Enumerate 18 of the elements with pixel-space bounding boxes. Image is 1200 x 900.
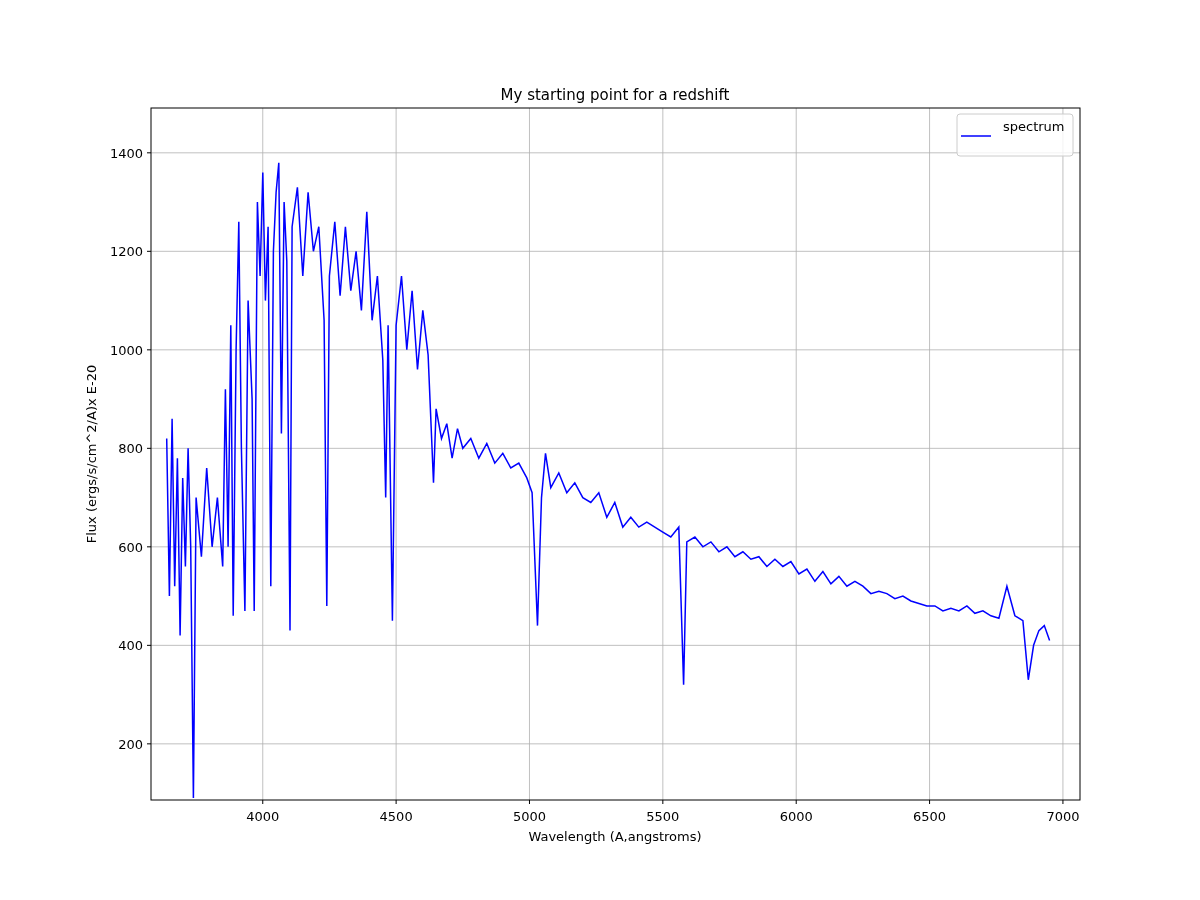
tick-label: 4000 (246, 809, 280, 824)
tick-label: 7000 (1046, 809, 1080, 824)
tick-label: 1200 (109, 244, 143, 260)
tick-label: 1000 (109, 342, 143, 358)
tick-label: 6500 (913, 809, 947, 824)
tick-label: 5500 (646, 809, 680, 824)
chart-title: My starting point for a redshift (500, 86, 730, 104)
tick-label: 1400 (109, 145, 143, 161)
tick-label: 6000 (779, 809, 813, 824)
tick-label: 5000 (512, 809, 547, 824)
tick-label: 200 (118, 736, 143, 752)
legend-label: spectrum (1003, 119, 1065, 134)
tick-label: 400 (118, 638, 143, 654)
tick-label: 600 (118, 539, 143, 555)
tick-label: 800 (118, 441, 143, 457)
x-axis-label: Wavelength (A,angstroms) (528, 829, 702, 844)
y-axis-label: Flux (ergs/s/cm^2/A)x E-20 (84, 364, 99, 544)
tick-label: 4500 (379, 809, 413, 824)
